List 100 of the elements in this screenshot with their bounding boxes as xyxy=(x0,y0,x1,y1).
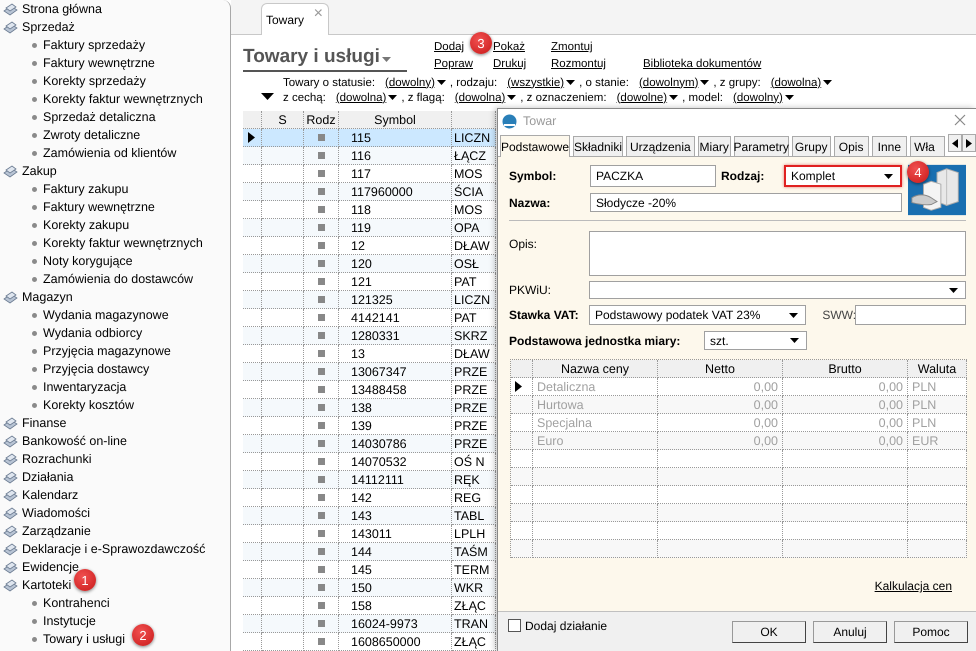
dialog-tab[interactable]: Grupy xyxy=(792,136,831,156)
row-header-cell[interactable] xyxy=(243,363,262,381)
column-header[interactable]: Symbol xyxy=(339,111,452,129)
nav-item[interactable]: Noty korygujące xyxy=(43,254,133,268)
nav-item[interactable]: Kartoteki xyxy=(22,578,72,592)
dialog-button[interactable]: Pomoc xyxy=(894,620,968,642)
nav-item[interactable]: Sprzedaż xyxy=(22,20,75,34)
bullet-icon xyxy=(32,186,37,192)
column-header[interactable]: Rodz xyxy=(304,111,339,129)
nav-item[interactable]: Faktury wewnętrzne xyxy=(43,56,155,70)
nav-item[interactable]: Faktury zakupu xyxy=(43,182,128,196)
dialog-tab[interactable]: Parametry xyxy=(734,136,789,156)
type-dropdown[interactable]: Komplet xyxy=(784,165,902,187)
nav-item[interactable]: Sprzedaż detaliczna xyxy=(43,110,156,124)
action-link[interactable]: Dodaj xyxy=(434,41,464,56)
row-header-cell[interactable] xyxy=(243,471,262,489)
nav-item[interactable]: Zwroty detaliczne xyxy=(43,128,140,142)
nav-item[interactable]: Zamówienia do dostawców xyxy=(43,272,194,286)
row-header-cell[interactable] xyxy=(243,615,262,633)
dialog-tab[interactable]: Miary xyxy=(698,136,731,156)
symbol-field[interactable]: PACZKA xyxy=(590,165,716,187)
nav-item[interactable]: Przyjęcia dostawcy xyxy=(43,362,150,376)
row-header-cell[interactable] xyxy=(243,129,262,147)
nav-item[interactable]: Kontrahenci xyxy=(43,596,110,610)
row-header-cell[interactable] xyxy=(243,183,262,201)
collapse-icon[interactable] xyxy=(261,93,274,100)
column-header[interactable]: S xyxy=(262,111,304,129)
dialog-button[interactable]: Anuluj xyxy=(813,620,887,642)
dialog-button[interactable]: OK xyxy=(732,620,806,642)
nav-item[interactable]: Towary i usługi xyxy=(43,632,125,646)
nav-item[interactable]: Wydania magazynowe xyxy=(43,308,169,322)
nav-item[interactable]: Korekty faktur wewnętrznych xyxy=(43,236,203,250)
row-header-cell[interactable] xyxy=(243,435,262,453)
nav-item[interactable]: Faktury wewnętrzne xyxy=(43,200,155,214)
nav-item[interactable]: Kalendarz xyxy=(22,488,78,502)
filter-dropdown[interactable]: (dowolny) xyxy=(385,76,446,88)
filter-dropdown[interactable]: (dowolny) xyxy=(733,92,794,104)
row-header-cell[interactable] xyxy=(243,291,262,309)
nav-item[interactable]: Zakup xyxy=(22,164,57,178)
nav-item[interactable]: Strona główna xyxy=(22,2,102,16)
close-button[interactable] xyxy=(954,114,966,126)
nav-item[interactable]: Działania xyxy=(22,470,74,484)
row-header-cell[interactable] xyxy=(243,255,262,273)
filter-dropdown[interactable]: (dowolna) xyxy=(336,92,398,104)
documents-icon xyxy=(3,578,18,592)
nav-item[interactable]: Faktury sprzedaży xyxy=(43,38,146,52)
dialog-tab[interactable]: Opis xyxy=(834,136,869,156)
nav-item[interactable]: Korekty kosztów xyxy=(43,398,134,412)
filter-dropdown[interactable]: (dowolna) xyxy=(770,76,832,88)
nav-item[interactable]: Rozrachunki xyxy=(22,452,92,466)
row-header-cell[interactable] xyxy=(243,579,262,597)
dialog-tab[interactable]: Urządzenia xyxy=(626,136,695,156)
type-icon xyxy=(318,314,324,321)
action-link[interactable]: Drukuj xyxy=(493,58,526,73)
nav-item[interactable]: Wiadomości xyxy=(22,506,90,520)
dialog-tab[interactable]: Składniki xyxy=(573,136,623,156)
nav-item[interactable]: Korekty sprzedaży xyxy=(43,74,146,88)
row-header-cell[interactable] xyxy=(243,219,262,237)
nav-item[interactable]: Deklaracje i e-Sprawozdawczość xyxy=(22,542,206,556)
document-tab[interactable]: Towary × xyxy=(261,3,329,35)
scroll-right-button[interactable] xyxy=(962,134,976,152)
row-header-cell[interactable] xyxy=(243,633,262,651)
dialog-tab[interactable]: Podstawowe xyxy=(500,135,570,157)
action-link[interactable]: Zmontuj xyxy=(551,41,593,56)
nav-item[interactable]: Magazyn xyxy=(22,290,73,304)
nav-item[interactable]: Instytucje xyxy=(43,614,96,628)
action-link[interactable]: Biblioteka dokumentów xyxy=(643,58,762,73)
row-header-cell[interactable] xyxy=(243,543,262,561)
dialog-tab[interactable]: Inne xyxy=(872,136,908,156)
nav-item[interactable]: Zarządzanie xyxy=(22,524,91,538)
row-header-cell[interactable] xyxy=(243,147,262,165)
action-link[interactable]: Rozmontuj xyxy=(551,58,606,73)
page-title[interactable]: Towary i usługi xyxy=(243,44,407,72)
scroll-left-button[interactable] xyxy=(948,134,962,152)
checkbox[interactable] xyxy=(508,619,521,632)
nav-item[interactable]: Inwentaryzacja xyxy=(43,380,126,394)
action-link[interactable]: Popraw xyxy=(434,58,473,73)
nav-item[interactable]: Bankowość on-line xyxy=(22,434,127,448)
name-field[interactable]: Słodycze -20% xyxy=(590,193,902,212)
filter-dropdown[interactable]: (wszystkie) xyxy=(507,76,576,88)
sww-field[interactable] xyxy=(855,305,966,325)
filter-dropdown[interactable]: (dowolna) xyxy=(454,92,516,104)
row-header-cell[interactable] xyxy=(243,507,262,525)
nav-item[interactable]: Korekty faktur wewnętrznych xyxy=(43,92,203,106)
nav-item[interactable]: Korekty zakupu xyxy=(43,218,130,232)
nav-item[interactable]: Zamówienia od klientów xyxy=(43,146,176,160)
action-link[interactable]: Pokaż xyxy=(493,41,525,56)
description-field[interactable] xyxy=(589,231,966,276)
pkwiu-dropdown[interactable] xyxy=(589,281,966,299)
nav-item[interactable]: Wydania odbiorcy xyxy=(43,326,142,340)
nav-item[interactable]: Finanse xyxy=(22,416,66,430)
price-calculation-link[interactable]: Kalkulacja cen xyxy=(874,579,952,593)
dialog-tab[interactable]: Wła xyxy=(910,136,945,156)
nav-item[interactable]: Przyjęcia magazynowe xyxy=(43,344,171,358)
vat-dropdown[interactable]: Podstawowy podatek VAT 23% xyxy=(589,305,806,325)
row-header-cell[interactable] xyxy=(243,399,262,417)
filter-dropdown[interactable]: (dowolnym) xyxy=(638,76,710,88)
row-header-cell[interactable] xyxy=(243,327,262,345)
filter-dropdown[interactable]: (dowolne) xyxy=(616,92,678,104)
unit-dropdown[interactable]: szt. xyxy=(704,331,807,350)
